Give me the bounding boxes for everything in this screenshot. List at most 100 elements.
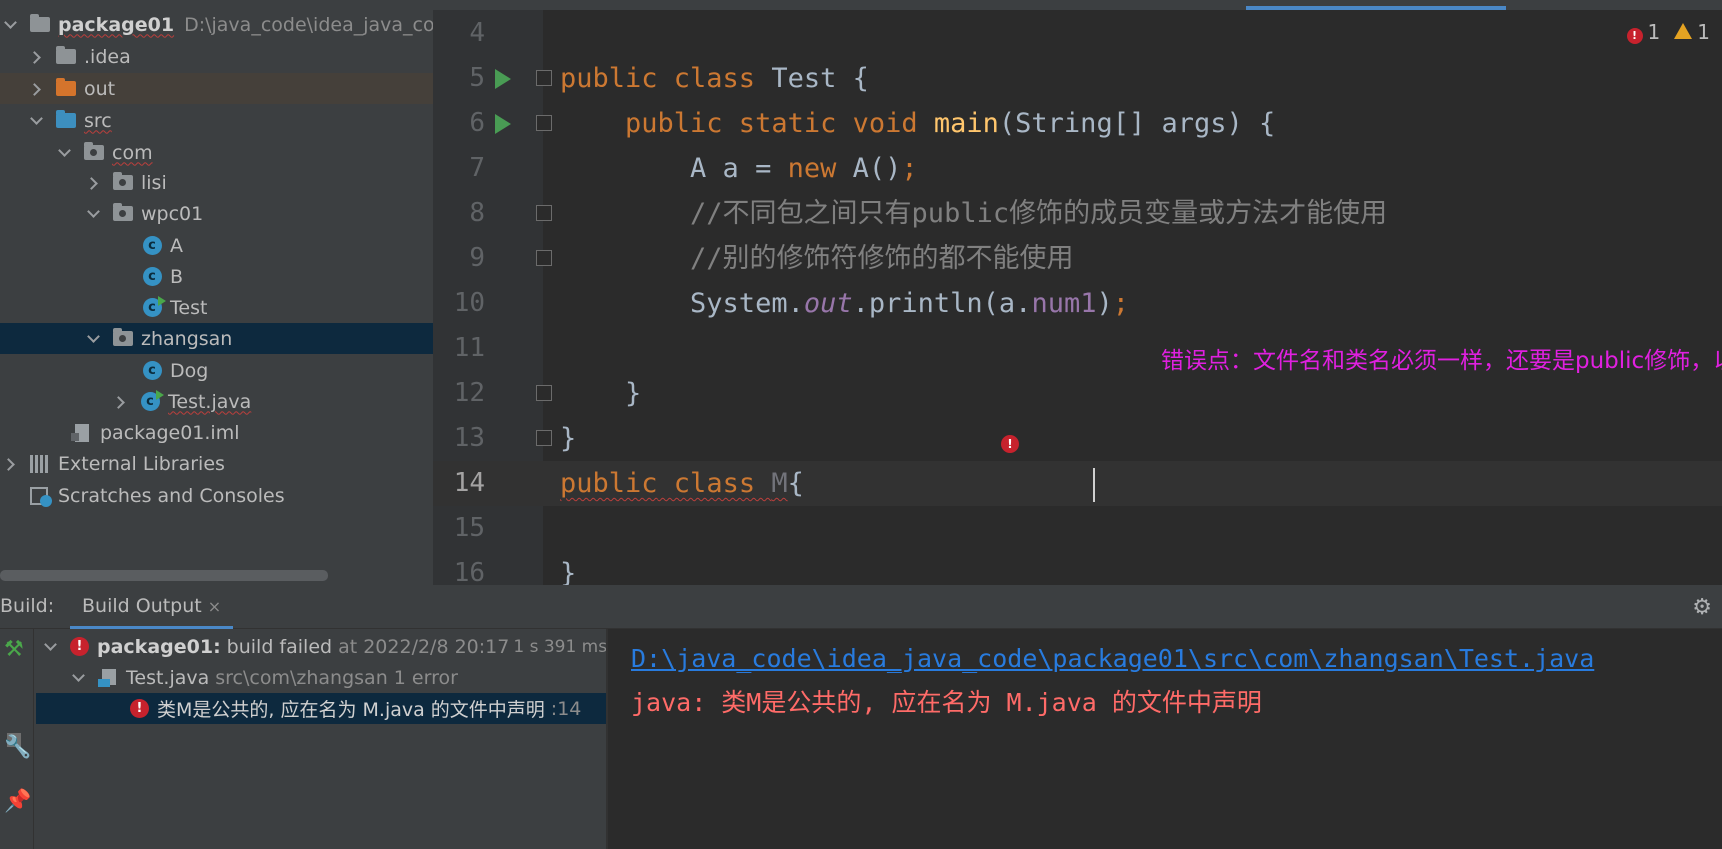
error-icon: ! xyxy=(130,699,149,718)
run-icon[interactable] xyxy=(495,114,511,134)
code-comment: //不同包之间只有public修饰的成员变量或方法才能使用 xyxy=(560,198,1388,229)
tree-item-out[interactable]: out xyxy=(0,73,433,104)
chevron-down-icon[interactable] xyxy=(44,640,58,654)
build-node-error[interactable]: ! 类M是公共的, 应在名为 M.java 的文件中声明 :14 xyxy=(36,693,606,724)
code-text: A a = new A(); xyxy=(560,153,918,184)
tree-item-class-b[interactable]: c B xyxy=(0,261,433,292)
tab-build-output[interactable]: Build Output × xyxy=(70,585,234,629)
tree-item-iml[interactable]: package01.iml xyxy=(0,417,433,448)
code-line-7[interactable]: 7 A a = new A(); xyxy=(433,146,1722,191)
fold-marker-icon[interactable] xyxy=(536,250,552,266)
tree-item-package01[interactable]: package01 D:\java_code\idea_java_coc xyxy=(0,9,433,40)
code-line-10[interactable]: 10 System.out.println(a.num1); xyxy=(433,281,1722,326)
build-duration: 1 s 391 ms xyxy=(513,636,606,657)
code-line-14[interactable]: 14 public class M{ xyxy=(433,461,1722,506)
tree-item-label: B xyxy=(170,265,184,288)
code-line-9[interactable]: 9 //别的修饰符修饰的都不能使用 xyxy=(433,236,1722,281)
chevron-down-icon[interactable] xyxy=(30,114,44,128)
tab-label: Build Output xyxy=(82,595,202,617)
chevron-down-icon[interactable] xyxy=(87,207,101,221)
tree-item-external-libraries[interactable]: External Libraries xyxy=(0,448,433,479)
package-icon xyxy=(113,172,133,192)
code-line-16[interactable]: 16 } xyxy=(433,551,1722,585)
tree-item-zhangsan[interactable]: zhangsan xyxy=(0,323,433,354)
module-file-icon xyxy=(71,423,92,442)
package-icon xyxy=(113,203,133,223)
class-icon: c xyxy=(142,361,162,380)
tree-item-wpc01[interactable]: wpc01 xyxy=(0,198,433,229)
tree-item-class-a[interactable]: c A xyxy=(0,230,433,261)
chevron-right-icon[interactable] xyxy=(30,82,44,96)
tree-item-lisi[interactable]: lisi xyxy=(0,167,433,198)
error-bulb-icon[interactable]: ! xyxy=(1001,435,1019,453)
fold-marker-icon[interactable] xyxy=(536,205,552,221)
line-number: 10 xyxy=(453,288,485,318)
line-number: 11 xyxy=(453,333,485,363)
chevron-right-icon[interactable] xyxy=(30,50,44,64)
line-number: 16 xyxy=(453,558,485,585)
pin-icon[interactable]: 📌 xyxy=(4,789,31,814)
tree-item-dog[interactable]: c Dog xyxy=(0,355,433,386)
project-tool-window: package01 D:\java_code\idea_java_coc .id… xyxy=(0,0,433,585)
tree-item-label: .idea xyxy=(84,45,131,68)
line-number: 13 xyxy=(453,423,485,453)
tree-item-label: com xyxy=(112,141,153,164)
line-number: 8 xyxy=(469,198,485,228)
tree-item-class-test[interactable]: c Test xyxy=(0,292,433,323)
tree-item-idea[interactable]: .idea xyxy=(0,41,433,72)
tree-item-com[interactable]: com xyxy=(0,137,433,168)
build-node-root[interactable]: ! package01: build failed at 2022/2/8 20… xyxy=(36,631,606,662)
chevron-right-icon[interactable] xyxy=(4,457,18,471)
fold-marker-icon[interactable] xyxy=(536,430,552,446)
close-icon[interactable]: × xyxy=(208,597,221,616)
code-comment: //别的修饰符修饰的都不能使用 xyxy=(560,243,1074,274)
line-number: 4 xyxy=(469,18,485,48)
build-toolbar: ⚒ 🔧 📌 xyxy=(0,629,34,849)
tree-item-label: Test xyxy=(170,296,208,319)
wrench-icon[interactable]: 🔧 xyxy=(4,735,31,760)
hammer-icon[interactable]: ⚒ xyxy=(4,637,24,662)
libraries-icon xyxy=(30,454,50,473)
scratches-icon xyxy=(30,486,52,507)
tree-item-test-java[interactable]: c Test.java xyxy=(0,386,433,417)
chevron-down-icon[interactable] xyxy=(72,671,86,685)
code-line-8[interactable]: 8 //不同包之间只有public修饰的成员变量或方法才能使用 xyxy=(433,191,1722,236)
package-icon xyxy=(113,328,133,348)
chevron-down-icon[interactable] xyxy=(58,146,72,160)
line-number: 6 xyxy=(469,108,485,138)
code-line-13[interactable]: 13 } xyxy=(433,416,1722,461)
tree-item-src[interactable]: src xyxy=(0,105,433,136)
gear-icon[interactable]: ⚙ xyxy=(1692,595,1712,620)
code-line-12[interactable]: 12 } xyxy=(433,371,1722,416)
fold-marker-icon[interactable] xyxy=(536,70,552,86)
chevron-right-icon[interactable] xyxy=(87,176,101,190)
line-number: 14 xyxy=(453,468,485,498)
code-line-6[interactable]: 6 public static void main(String[] args)… xyxy=(433,101,1722,146)
horizontal-scrollbar[interactable] xyxy=(0,570,328,581)
fold-marker-icon[interactable] xyxy=(536,115,552,131)
build-tool-window: Build: Build Output × ⚙ ⚒ 🔧 📌 ! package01… xyxy=(0,585,1722,849)
code-line-15[interactable]: 15 xyxy=(433,506,1722,551)
code-line-4[interactable]: 4 xyxy=(433,11,1722,56)
chevron-right-icon[interactable] xyxy=(114,395,128,409)
active-tab-indicator[interactable] xyxy=(1246,6,1506,10)
build-console[interactable]: D:\java_code\idea_java_code\package01\sr… xyxy=(608,629,1722,849)
run-icon[interactable] xyxy=(495,69,511,89)
code-line-5[interactable]: 5 public class Test { xyxy=(433,56,1722,101)
tree-item-scratches[interactable]: Scratches and Consoles xyxy=(0,480,433,511)
fold-marker-icon[interactable] xyxy=(536,385,552,401)
build-node-file[interactable]: Test.java src\com\zhangsan 1 error xyxy=(36,662,606,693)
chevron-down-icon[interactable] xyxy=(87,332,101,346)
chevron-down-icon[interactable] xyxy=(4,18,18,32)
tree-item-label: A xyxy=(170,234,183,257)
code-text: } xyxy=(560,423,577,454)
console-error-message: java: 类M是公共的, 应在名为 M.java 的文件中声明 xyxy=(631,688,1262,717)
tree-item-label: External Libraries xyxy=(58,452,225,475)
build-error-message: 类M是公共的, 应在名为 M.java 的文件中声明 xyxy=(157,699,545,721)
code-editor[interactable]: ! 1 1 4 5 public class Test { 6 public st… xyxy=(433,0,1722,585)
tree-item-path: D:\java_code\idea_java_coc xyxy=(184,13,433,36)
console-file-link[interactable]: D:\java_code\idea_java_code\package01\sr… xyxy=(631,637,1722,681)
line-number: 7 xyxy=(469,153,485,183)
code-text: } xyxy=(560,378,642,409)
build-status: build failed xyxy=(226,635,333,658)
